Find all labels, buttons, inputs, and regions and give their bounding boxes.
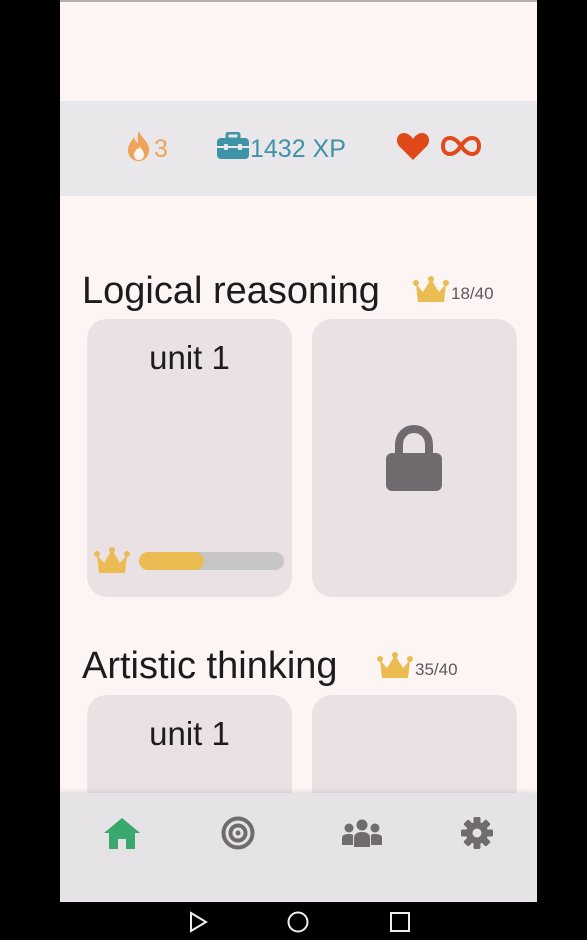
app-screen: 3 1432 XP Logical reasoning 18/40 unit 1… xyxy=(60,0,537,902)
crown-icon xyxy=(377,652,413,687)
xp-value: 1432 XP xyxy=(250,134,346,163)
xp-stat[interactable]: 1432 XP xyxy=(216,131,346,167)
section-crowns: 18/40 xyxy=(413,276,494,311)
unit-title: unit 1 xyxy=(149,339,230,376)
infinity-icon xyxy=(440,134,482,165)
settings-gear-icon xyxy=(460,816,494,855)
toolbox-icon xyxy=(216,131,250,167)
back-triangle-icon[interactable] xyxy=(186,910,210,934)
system-navigation-bar xyxy=(0,902,587,940)
community-icon xyxy=(341,818,383,853)
crown-icon xyxy=(413,276,449,311)
nav-home[interactable] xyxy=(102,815,142,855)
nav-settings[interactable] xyxy=(457,815,497,855)
locked-unit-card[interactable] xyxy=(312,319,517,597)
target-icon xyxy=(221,816,255,855)
lock-icon xyxy=(384,424,444,498)
section-title: Artistic thinking xyxy=(82,645,338,687)
lives-stat[interactable] xyxy=(396,132,482,166)
home-icon xyxy=(103,816,141,855)
section-crowns: 35/40 xyxy=(377,652,458,687)
nav-goals[interactable] xyxy=(218,815,258,855)
heart-icon xyxy=(396,131,430,168)
crown-count: 18/40 xyxy=(451,283,494,303)
unit-progress-fill xyxy=(139,552,205,570)
unit-card[interactable]: unit 1 xyxy=(87,319,292,597)
nav-community[interactable] xyxy=(342,815,382,855)
crown-icon xyxy=(94,547,130,582)
bottom-nav xyxy=(60,793,537,902)
stats-bar: 3 1432 XP xyxy=(60,101,537,196)
streak-value: 3 xyxy=(154,134,168,163)
section-title: Logical reasoning xyxy=(82,270,380,312)
streak-stat[interactable]: 3 xyxy=(124,130,168,166)
recents-square-icon[interactable] xyxy=(388,910,412,934)
unit-progress-bar xyxy=(139,552,284,570)
unit-title: unit 1 xyxy=(149,715,230,752)
flame-icon xyxy=(124,129,154,170)
status-divider xyxy=(60,0,537,2)
home-circle-icon[interactable] xyxy=(286,910,310,934)
crown-count: 35/40 xyxy=(415,659,458,679)
